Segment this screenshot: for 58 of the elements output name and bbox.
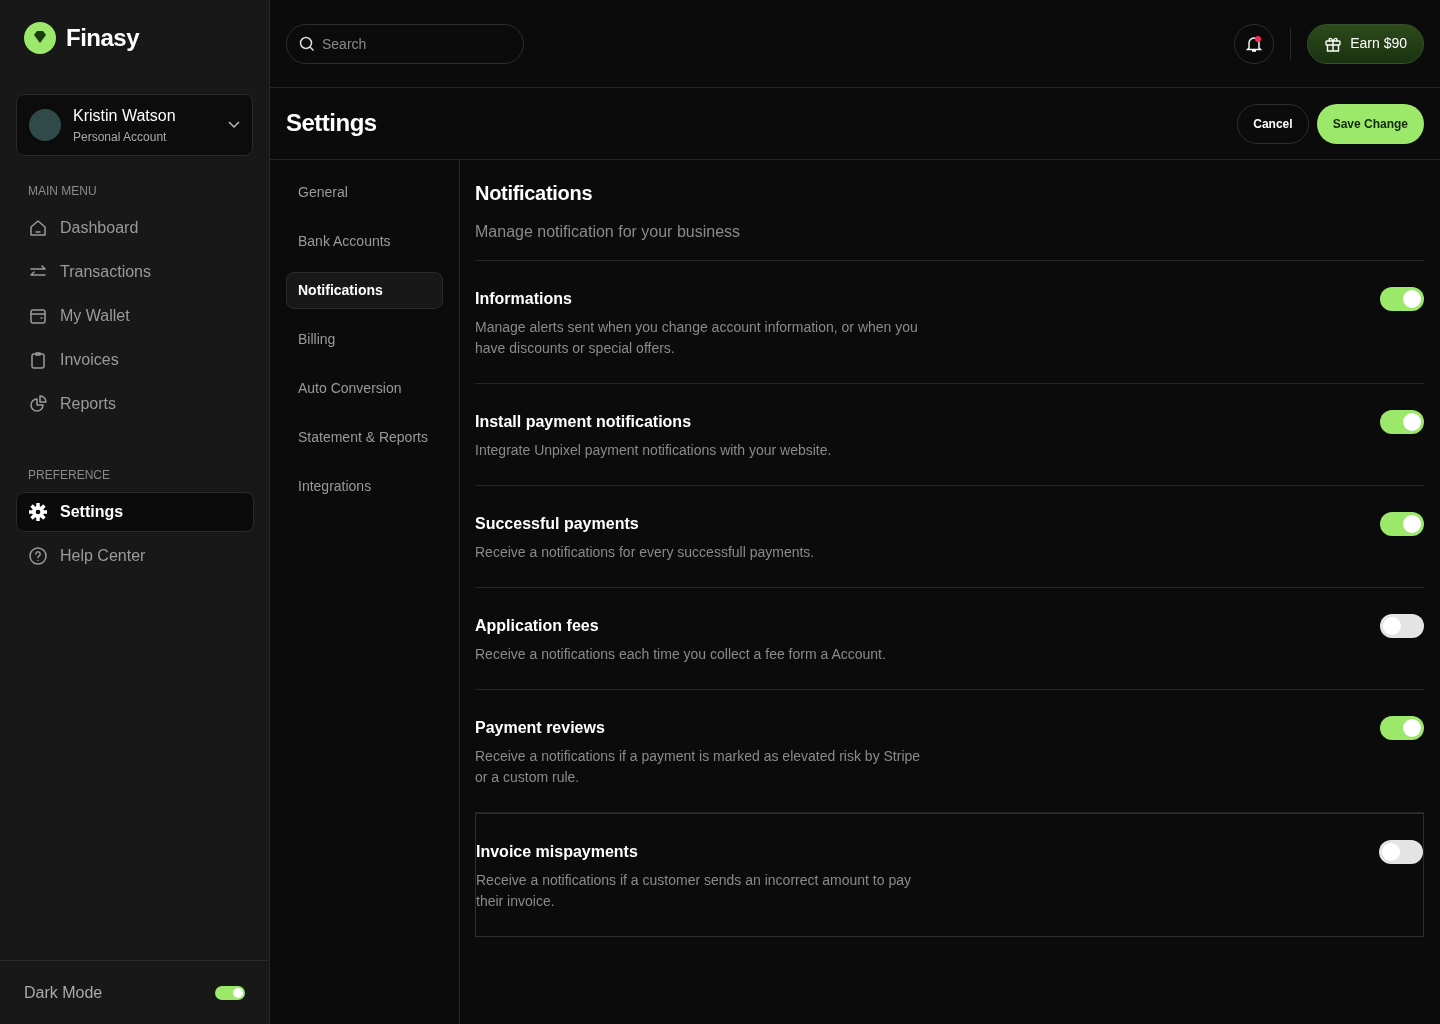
account-name: Kristin Watson <box>73 106 177 126</box>
brand-name: Finasy <box>66 23 140 53</box>
page-title: Settings <box>286 109 377 138</box>
search-field[interactable]: Search <box>286 23 524 64</box>
avatar <box>29 109 61 141</box>
pie-chart-icon <box>28 394 48 414</box>
search-icon <box>299 35 315 52</box>
menu-heading: PREFERENCE <box>27 467 111 484</box>
sidebar-item[interactable]: Reports <box>16 384 254 424</box>
clipboard-icon <box>28 350 48 370</box>
save-button[interactable]: Save Change <box>1316 103 1424 144</box>
settings-tab[interactable]: Notifications <box>286 272 443 309</box>
option-description: Receive a notifications if a payment is marked as elevated risk by Stripe or a custom rule. <box>475 747 922 787</box>
sidebar-item[interactable]: Transactions <box>16 252 254 292</box>
cancel-button[interactable]: Cancel <box>1237 103 1309 144</box>
sidebar-item[interactable]: My Wallet <box>16 296 254 336</box>
settings-tab[interactable]: Auto Conversion <box>286 370 443 407</box>
settings-tab[interactable]: Integrations <box>286 468 443 505</box>
option-description: Receive a notifications for every successfull payments. <box>475 543 815 562</box>
option-description: Integrate Unpixel payment notifications with your website. <box>475 441 832 460</box>
toggle-switch[interactable] <box>1379 840 1423 864</box>
sidebar-item[interactable]: Settings <box>16 492 254 532</box>
toggle-switch[interactable] <box>1380 716 1424 740</box>
option-title: Install payment notifications <box>475 412 693 432</box>
toggle-switch[interactable] <box>1380 512 1424 536</box>
account-switcher[interactable]: Kristin Watson Personal Account <box>16 94 253 156</box>
dark-mode-toggle[interactable] <box>215 985 245 1000</box>
settings-tab[interactable]: Billing <box>286 321 443 358</box>
toggle-switch[interactable] <box>1380 287 1424 311</box>
chevron-down-icon <box>228 121 240 129</box>
toggle-switch[interactable] <box>1380 410 1424 434</box>
option-description: Receive a notifications if a customer sends an incorrect amount to pay their invoice. <box>476 871 912 911</box>
section-title: Notifications <box>475 181 594 206</box>
settings-tab[interactable]: Statement & Reports <box>286 419 443 456</box>
menu-heading: MAIN MENU <box>27 183 98 200</box>
option-title: Informations <box>475 289 573 309</box>
settings-tab[interactable]: Bank Accounts <box>286 223 443 260</box>
toggle-switch[interactable] <box>1380 614 1424 638</box>
section-subtitle: Manage notification for your business <box>475 222 742 242</box>
option-title: Payment reviews <box>475 718 606 738</box>
sidebar-item[interactable]: Help Center <box>16 536 254 576</box>
settings-tab[interactable]: General <box>286 174 443 211</box>
settings-icon <box>28 502 48 522</box>
sidebar-item[interactable]: Invoices <box>16 340 254 380</box>
help-icon <box>28 546 48 566</box>
option-title: Application fees <box>475 616 600 636</box>
sidebar-item[interactable]: Dashboard <box>16 208 254 248</box>
wallet-icon <box>28 306 48 326</box>
dark-mode-label: Dark Mode <box>24 982 103 1003</box>
earn-button[interactable]: Earn $90 <box>1307 23 1424 64</box>
option-title: Successful payments <box>475 514 640 534</box>
option-description: Manage alerts sent when you change account information, or when you have discounts or special offers. <box>475 318 919 358</box>
home-icon <box>28 218 48 238</box>
option-title: Invoice mispayments <box>476 842 639 862</box>
account-type: Personal Account <box>73 129 168 146</box>
option-description: Receive a notifications each time you collect a fee form a Account. <box>475 645 886 664</box>
bell-icon <box>1245 34 1264 53</box>
logo-icon <box>24 22 56 54</box>
